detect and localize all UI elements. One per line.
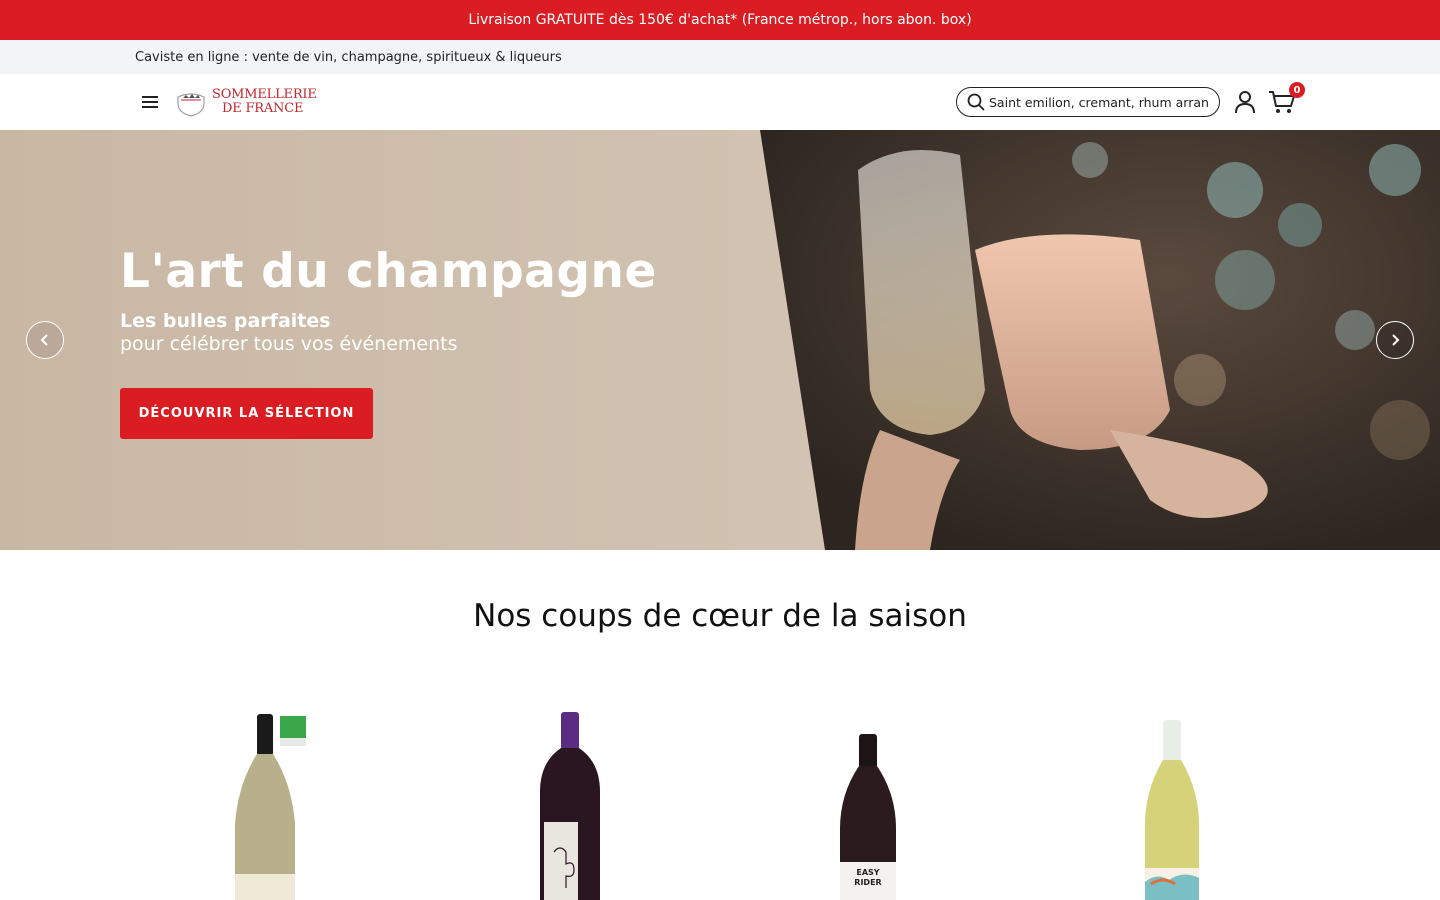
hero-title: L'art du champagne — [120, 244, 657, 299]
hero-description: pour célébrer tous vos événements — [120, 333, 458, 355]
chevron-left-icon — [40, 334, 48, 346]
cart-count-badge: 0 — [1289, 82, 1305, 98]
product-card[interactable]: EASY RIDER — [778, 690, 958, 900]
user-icon — [1235, 91, 1255, 114]
product-card[interactable] — [175, 690, 355, 900]
product-label-text: EASY RIDER — [854, 868, 882, 887]
carousel-next-button[interactable] — [1376, 321, 1414, 359]
carousel-prev-button[interactable] — [26, 321, 64, 359]
tagline-bar: Caviste en ligne : vente de vin, champag… — [0, 40, 1440, 74]
chevron-right-icon — [1392, 334, 1400, 346]
product-carousel: EASY RIDER — [0, 690, 1440, 900]
hero-subtitle: Les bulles parfaites — [120, 310, 331, 332]
site-header: SOMMELLERIE DE FRANCE 0 — [0, 74, 1440, 130]
search-icon[interactable] — [967, 93, 985, 111]
product-card[interactable] — [480, 690, 660, 900]
product-card[interactable] — [1081, 690, 1261, 900]
tagline-text: Caviste en ligne : vente de vin, champag… — [135, 49, 562, 65]
organic-ab-icon — [280, 716, 306, 746]
site-logo[interactable]: SOMMELLERIE DE FRANCE — [176, 86, 318, 118]
wine-bottle-image — [540, 712, 600, 900]
search-input[interactable] — [989, 94, 1209, 110]
logo-emblem-icon — [177, 93, 205, 117]
account-button[interactable] — [1234, 90, 1256, 114]
discover-selection-button[interactable]: DÉCOUVRIR LA SÉLECTION — [120, 388, 373, 439]
hamburger-icon — [142, 96, 158, 108]
promo-text: Livraison GRATUITE dès 150€ d'achat* (Fr… — [468, 12, 972, 28]
logo-line2: DE FRANCE — [222, 101, 304, 116]
logo-line1: SOMMELLERIE — [212, 87, 317, 102]
logo-text: SOMMELLERIE DE FRANCE — [212, 88, 317, 116]
promo-banner: Livraison GRATUITE dès 150€ d'achat* (Fr… — [0, 0, 1440, 40]
search-box[interactable] — [956, 87, 1220, 117]
menu-button[interactable] — [139, 91, 161, 113]
wine-bottle-image — [1145, 720, 1199, 900]
section-title: Nos coups de cœur de la saison — [473, 598, 967, 634]
hero-carousel: L'art du champagne Les bulles parfaites … — [0, 130, 1440, 550]
